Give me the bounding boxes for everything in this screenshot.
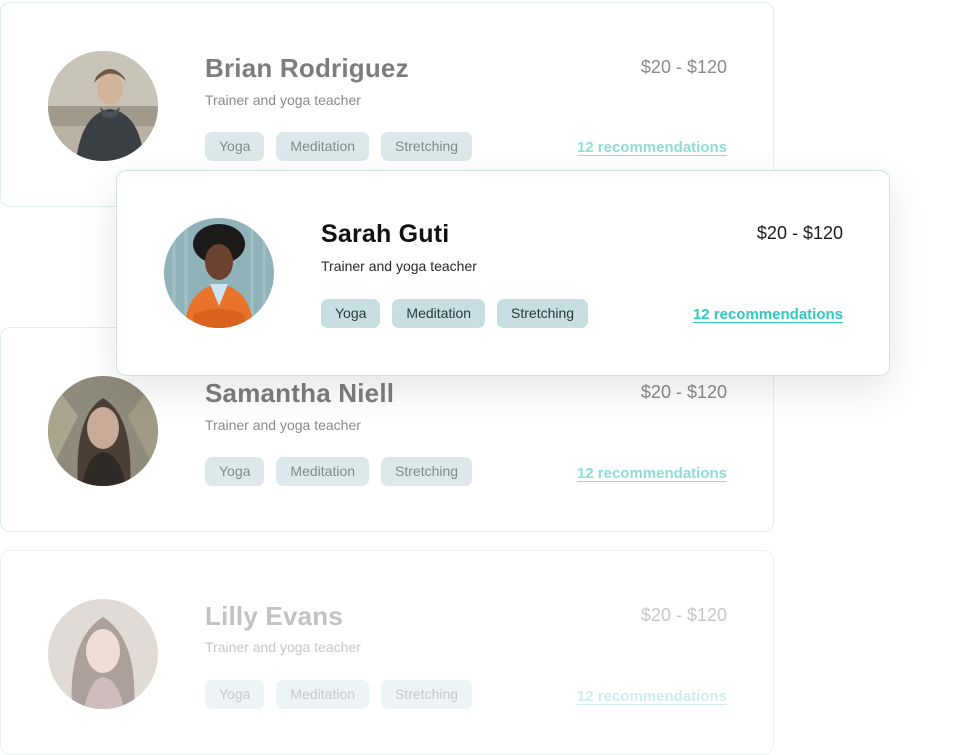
price-range: $20 - $120	[756, 223, 843, 243]
trainer-role: Trainer and yoga teacher	[205, 639, 361, 655]
tag-stretching[interactable]: Stretching	[381, 680, 473, 709]
price-range: $20 - $120	[640, 57, 727, 77]
trainer-name: Brian Rodriguez	[205, 53, 409, 83]
tag-yoga[interactable]: Yoga	[321, 299, 381, 328]
tag-stretching[interactable]: Stretching	[381, 132, 473, 161]
trainer-role: Trainer and yoga teacher	[205, 417, 361, 433]
lilly-photo-icon	[48, 599, 158, 709]
tag-list: Yoga Meditation Stretching	[205, 457, 473, 486]
trainer-card-lilly[interactable]: Lilly Evans Trainer and yoga teacher $20…	[0, 550, 774, 755]
avatar	[164, 218, 274, 328]
trainer-card-sarah[interactable]: Sarah Guti Trainer and yoga teacher $20 …	[116, 170, 890, 376]
tag-yoga[interactable]: Yoga	[205, 132, 265, 161]
trainer-name: Sarah Guti	[321, 220, 450, 248]
tag-stretching[interactable]: Stretching	[497, 299, 589, 328]
tag-list: Yoga Meditation Stretching	[205, 680, 473, 709]
tag-yoga[interactable]: Yoga	[205, 457, 265, 486]
samantha-photo-icon	[48, 376, 158, 486]
avatar	[48, 599, 158, 709]
tag-stretching[interactable]: Stretching	[381, 457, 473, 486]
recommendations-link[interactable]: 12 recommendations	[693, 306, 843, 323]
recommendations-link[interactable]: 12 recommendations	[577, 465, 727, 482]
tag-list: Yoga Meditation Stretching	[205, 132, 473, 161]
avatar	[48, 51, 158, 161]
trainer-name: Lilly Evans	[205, 601, 344, 631]
tag-meditation[interactable]: Meditation	[276, 457, 370, 486]
price-range: $20 - $120	[640, 382, 727, 402]
recommendations-link[interactable]: 12 recommendations	[577, 688, 727, 705]
tag-meditation[interactable]: Meditation	[392, 299, 486, 328]
avatar	[48, 376, 158, 486]
sarah-photo-icon	[164, 218, 274, 328]
tag-yoga[interactable]: Yoga	[205, 680, 265, 709]
trainer-name: Samantha Niell	[205, 378, 395, 408]
tag-meditation[interactable]: Meditation	[276, 132, 370, 161]
brian-photo-icon	[48, 51, 158, 161]
price-range: $20 - $120	[640, 605, 727, 625]
recommendations-link[interactable]: 12 recommendations	[577, 139, 727, 156]
trainer-role: Trainer and yoga teacher	[321, 258, 477, 274]
trainer-role: Trainer and yoga teacher	[205, 92, 361, 108]
tag-meditation[interactable]: Meditation	[276, 680, 370, 709]
tag-list: Yoga Meditation Stretching	[321, 299, 589, 328]
